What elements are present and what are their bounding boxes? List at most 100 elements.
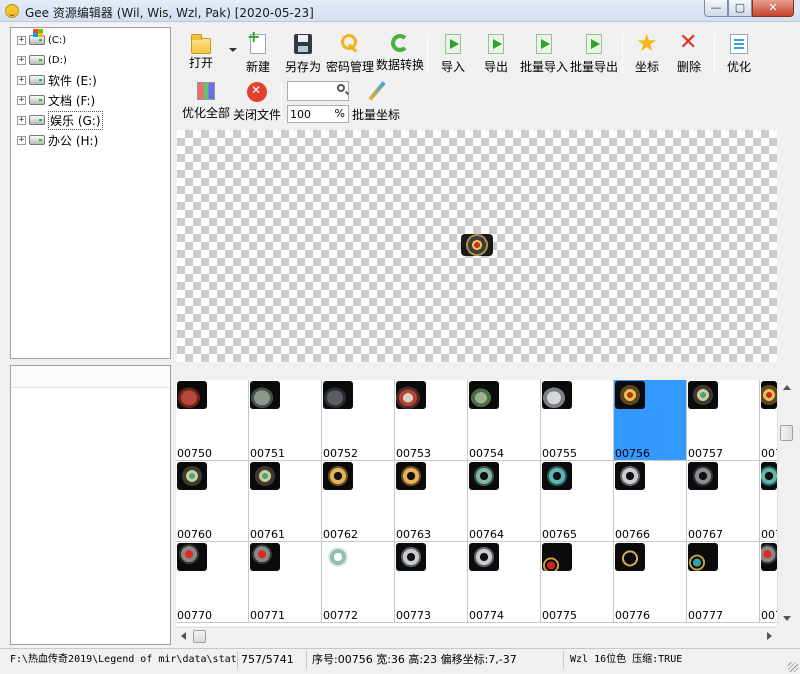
folder-icon xyxy=(191,34,211,54)
tree-item-c[interactable]: + (C:) xyxy=(17,29,66,48)
thumbnail-label: 00768 xyxy=(761,528,778,541)
sprite-thumbnail-image xyxy=(250,462,280,490)
thumbnail-cell[interactable]: 00778 xyxy=(760,542,778,623)
file-list-panel[interactable] xyxy=(10,365,171,645)
optimize-all-icon xyxy=(197,82,215,100)
password-label: 密码管理 xyxy=(326,60,375,74)
save-as-button[interactable]: 另存为 xyxy=(285,34,321,75)
tree-item-label: 娱乐 (G:) xyxy=(48,110,103,130)
scroll-up-arrow-icon[interactable] xyxy=(783,385,791,390)
password-manager-button[interactable]: 密码管理 xyxy=(326,34,374,75)
title-bar: Gee 资源编辑器 (Wil, Wis, Wzl, Pak) [2020-05-… xyxy=(0,0,800,22)
search-field[interactable] xyxy=(287,81,349,101)
vertical-scrollbar[interactable] xyxy=(777,380,794,626)
scroll-left-arrow-icon[interactable] xyxy=(181,632,186,640)
new-button[interactable]: 新建 xyxy=(246,27,270,75)
thumbnail-cell[interactable]: 00771 xyxy=(249,542,322,623)
thumbnail-cell[interactable]: 00772 xyxy=(322,542,395,623)
open-dropdown-arrow-icon[interactable] xyxy=(229,48,237,52)
search-icon[interactable] xyxy=(337,84,345,92)
thumbnail-label: 00775 xyxy=(542,609,577,622)
horizontal-scrollbar[interactable] xyxy=(176,627,777,644)
expand-icon[interactable]: + xyxy=(17,35,26,45)
tree-item-f[interactable]: + 文档 (F:) xyxy=(17,92,95,108)
thumbnail-label: 00758 xyxy=(761,447,778,460)
batch-import-button[interactable]: 批量导入 xyxy=(520,34,568,75)
sprite-thumbnail-image xyxy=(761,462,777,490)
horizontal-scroll-thumb[interactable] xyxy=(193,630,206,643)
thumbnail-cell[interactable]: 00755 xyxy=(541,380,614,461)
thumbnail-cell[interactable]: 00766 xyxy=(614,461,687,542)
scroll-down-arrow-icon[interactable] xyxy=(783,616,791,621)
thumbnail-cell[interactable]: 00776 xyxy=(614,542,687,623)
thumbnail-cell[interactable]: 00751 xyxy=(249,380,322,461)
drive-tree[interactable]: + (C:) + (D:) + 软件 (E:) + 文档 (F:) + 娱乐 (… xyxy=(10,27,171,359)
thumbnail-cell[interactable]: 00760 xyxy=(176,461,249,542)
preview-sprite-image xyxy=(461,234,493,256)
thumbnail-cell[interactable]: 00767 xyxy=(687,461,760,542)
thumbnail-label: 00755 xyxy=(542,447,577,460)
delete-button[interactable]: 删除 xyxy=(677,30,701,75)
thumbnail-cell[interactable]: 00754 xyxy=(468,380,541,461)
thumbnail-cell[interactable]: 00752 xyxy=(322,380,395,461)
sprite-thumbnail-image xyxy=(615,543,645,571)
thumbnail-grid[interactable]: 00750 00751 00752 00753 00754 00755 00756 00757… xyxy=(176,380,778,626)
thumbnail-cell[interactable]: 00768 xyxy=(760,461,778,542)
scroll-right-arrow-icon[interactable] xyxy=(767,632,772,640)
maximize-button[interactable]: ▢ xyxy=(728,0,752,17)
vertical-scroll-thumb[interactable] xyxy=(780,425,793,441)
tree-item-g[interactable]: + 娱乐 (G:) xyxy=(17,110,103,130)
thumbnail-label: 00772 xyxy=(323,609,358,622)
batch-export-button[interactable]: 批量导出 xyxy=(570,34,618,75)
thumbnail-cell[interactable]: 00758 xyxy=(760,380,778,461)
minimize-button[interactable]: — xyxy=(704,0,728,17)
expand-icon[interactable]: + xyxy=(17,135,26,145)
export-button[interactable]: 导出 xyxy=(484,34,508,75)
tree-item-e[interactable]: + 软件 (E:) xyxy=(17,72,97,88)
close-window-button[interactable]: ✕ xyxy=(752,0,794,17)
expand-icon[interactable]: + xyxy=(17,115,26,125)
search-input[interactable] xyxy=(288,82,334,100)
resize-grip-icon[interactable] xyxy=(788,662,798,672)
drive-icon xyxy=(29,135,45,145)
sprite-thumbnail-image xyxy=(323,462,353,490)
thumbnail-cell[interactable]: 00753 xyxy=(395,380,468,461)
expand-icon[interactable]: + xyxy=(17,75,26,85)
thumbnail-cell[interactable]: 00777 xyxy=(687,542,760,623)
thumbnail-cell[interactable]: 00750 xyxy=(176,380,249,461)
thumbnail-cell[interactable]: 00763 xyxy=(395,461,468,542)
thumbnail-label: 00757 xyxy=(688,447,723,460)
image-preview-canvas[interactable] xyxy=(177,130,777,362)
thumbnail-cell[interactable]: 00770 xyxy=(176,542,249,623)
import-button[interactable]: 导入 xyxy=(441,34,465,75)
sprite-thumbnail-image xyxy=(250,381,280,409)
thumbnail-cell[interactable]: 00773 xyxy=(395,542,468,623)
close-file-button[interactable]: 关闭文件 xyxy=(233,82,281,123)
expand-icon[interactable]: + xyxy=(17,95,26,105)
tree-item-d[interactable]: + (D:) xyxy=(17,52,67,68)
tree-item-label: 文档 (F:) xyxy=(48,93,96,108)
tree-item-h[interactable]: + 办公 (H:) xyxy=(17,132,98,148)
thumbnail-cell[interactable]: 00764 xyxy=(468,461,541,542)
open-button[interactable]: 打开 xyxy=(189,34,213,71)
thumbnail-cell[interactable]: 00762 xyxy=(322,461,395,542)
convert-button[interactable]: 数据转换 xyxy=(376,34,424,73)
status-image-count: 757/5741 xyxy=(241,651,307,669)
optimize-label: 优化 xyxy=(727,60,752,74)
optimize-icon xyxy=(730,34,748,54)
coords-button[interactable]: 坐标 xyxy=(635,29,659,75)
thumbnail-cell[interactable]: 00775 xyxy=(541,542,614,623)
optimize-all-button[interactable]: 优化全部 xyxy=(182,82,230,121)
thumbnail-cell[interactable]: 00761 xyxy=(249,461,322,542)
optimize-button[interactable]: 优化 xyxy=(727,34,751,75)
thumbnail-cell[interactable]: 00774 xyxy=(468,542,541,623)
thumbnail-cell[interactable]: 00765 xyxy=(541,461,614,542)
thumbnail-cell-selected[interactable]: 00756 xyxy=(614,380,687,461)
expand-icon[interactable]: + xyxy=(17,55,26,65)
zoom-input[interactable] xyxy=(288,106,332,122)
thumbnail-cell[interactable]: 00757 xyxy=(687,380,760,461)
open-label: 打开 xyxy=(189,56,214,70)
batch-coords-button[interactable]: 批量坐标 xyxy=(352,82,400,123)
sprite-thumbnail-image xyxy=(469,543,499,571)
zoom-field[interactable]: % xyxy=(287,105,349,123)
